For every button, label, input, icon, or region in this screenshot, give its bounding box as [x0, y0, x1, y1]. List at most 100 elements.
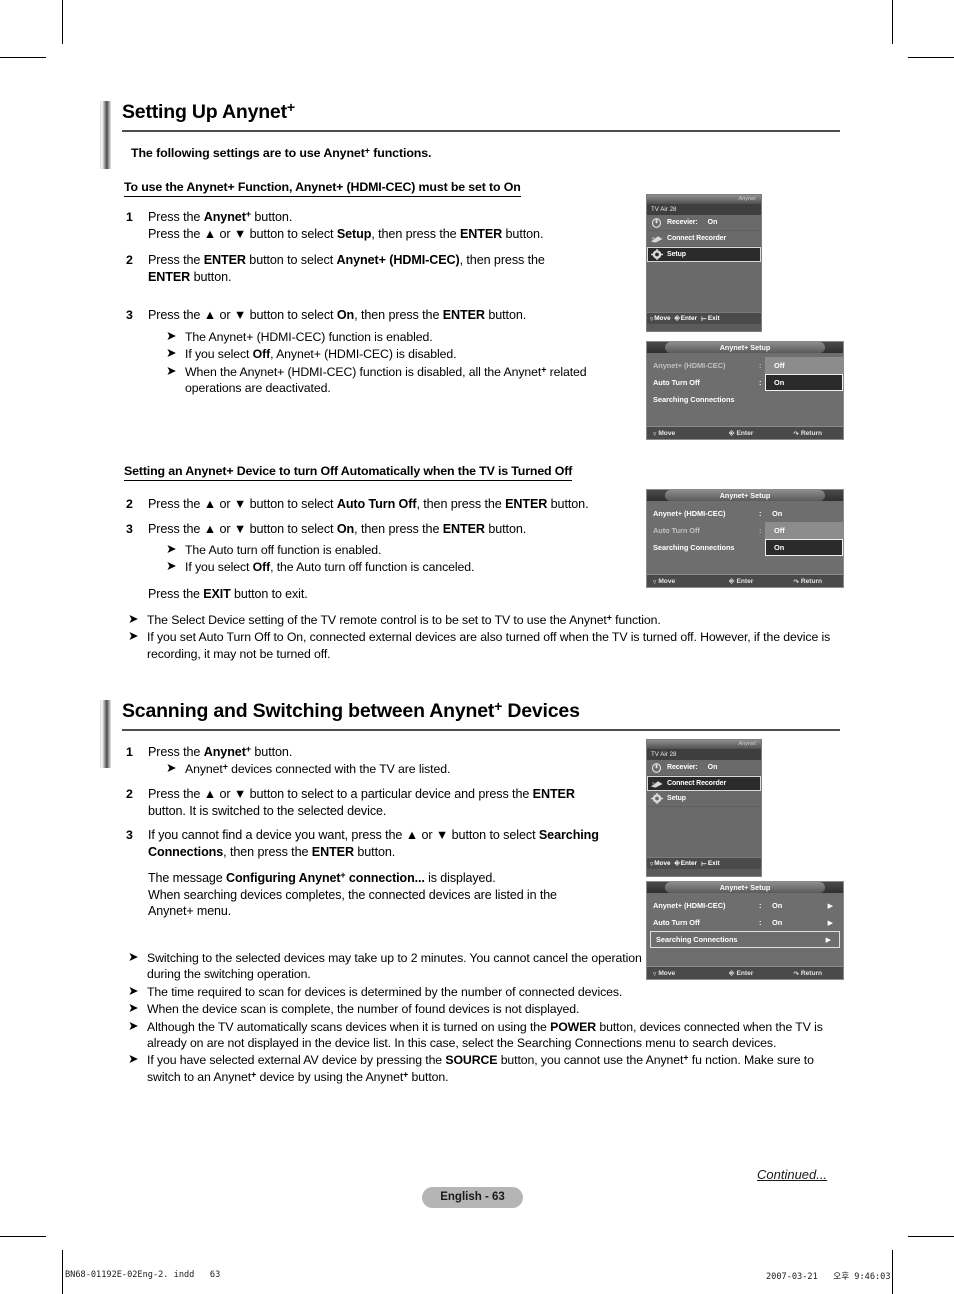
arrow-bullet-icon: ➤ [128, 1017, 139, 1033]
bullet-item: ➤ Anynet+ devices connected with the TV a… [166, 760, 451, 776]
step-line: Press the Anynet+ button. [148, 209, 293, 224]
step-text: Press the Anynet+ button. [148, 744, 626, 761]
osd-row-label: Setup [667, 795, 686, 802]
dropdown-option-on[interactable]: On [765, 539, 843, 556]
osd-setup-menu-2[interactable]: Anynet+ Setup Anynet+ (HDMI-CEC) : On Au… [646, 489, 844, 588]
step-number: 2 [126, 253, 133, 267]
updown-icon: ▿ [653, 429, 657, 438]
osd-row-colon: : [759, 918, 762, 927]
osd-dropdown-auto-turn-off[interactable]: Off On [765, 522, 843, 556]
osd-row-colon: : [759, 361, 762, 370]
osd-setup-menu-1[interactable]: Anynet+ Setup Anynet+ (HDMI-CEC) : Auto … [646, 341, 844, 440]
bullet-item: ➤ When the Anynet+ (HDMI-CEC) function is… [166, 362, 587, 396]
step-number: 3 [126, 308, 133, 322]
chevron-right-icon: ▶ [827, 918, 833, 927]
step-line: If you cannot find a device you want, pr… [148, 828, 599, 842]
osd-row-setup[interactable]: Setup [647, 247, 761, 262]
osd-row-colon: : [759, 526, 762, 535]
updown-icon: ▿ [650, 859, 654, 868]
updown-icon: ▿ [653, 969, 657, 978]
osd-channel-label: TV Air 28 [647, 204, 761, 215]
continued-label: Continued... [757, 1167, 828, 1182]
osd-body: Anynet+ (HDMI-CEC) : Auto Turn Off : Sea… [647, 353, 843, 426]
arrow-bullet-icon: ➤ [128, 1051, 139, 1067]
exit-icon: ⊢ [701, 314, 707, 323]
message-line: Anynet+ menu. [148, 904, 232, 918]
dropdown-option-off[interactable]: Off [765, 357, 843, 374]
section1b-notes: ➤ The Select Device setting of the TV rem… [128, 611, 858, 663]
bullet-item: ➤ The Anynet+ (HDMI-CEC) function is enab… [166, 328, 433, 344]
crop-mark-bottom-right-v [892, 1250, 893, 1294]
bullet-item: ➤ The Auto turn off function is enabled. [166, 541, 382, 557]
chevron-right-icon: ▶ [825, 935, 831, 944]
osd-row-searching-connections[interactable]: Searching Connections [647, 391, 843, 408]
step-line: Press the ▲ or ▼ button to select to a p… [148, 787, 575, 801]
osd-footer-move: ▿ Move [653, 429, 676, 438]
osd-titlebar: Anynet+ Setup [647, 490, 843, 501]
subsection-heading-hdmi-cec: To use the Anynet+ Function, Anynet+ (HD… [124, 180, 521, 197]
step-line: ENTER button. [148, 269, 232, 284]
osd-footer-enter: ⎆ Enter [674, 859, 698, 867]
step-3: 3 Press the ▲ or ▼ button to select On, … [126, 307, 626, 324]
osd-row-receiver[interactable]: Recevier: On [647, 215, 761, 231]
step-line: Press the ▲ or ▼ button to select Setup,… [148, 226, 544, 241]
osd-row-setup[interactable]: Setup [647, 791, 761, 807]
arrow-bullet-icon: ➤ [166, 345, 177, 361]
osd-device-menu-1[interactable]: Anynet TV Air 28 Recevier: On Connect Re… [646, 194, 762, 332]
enter-icon: ⎆ [674, 859, 680, 867]
osd-row-hdmi-cec[interactable]: Anynet+ (HDMI-CEC) : On ▶ [647, 897, 843, 914]
step-1: 1 Press the Anynet+ button. Press the ▲ … [126, 209, 626, 242]
osd-row-hdmi-cec[interactable]: Anynet+ (HDMI-CEC) : On [647, 505, 843, 522]
chevron-right-icon: ▶ [827, 901, 833, 910]
osd-row-connect-recorder[interactable]: Connect Recorder [647, 231, 761, 247]
return-icon: ↷ [793, 969, 799, 978]
osd-footer-move: ▿ Move [653, 577, 676, 586]
osd-titlebar: Anynet+ Setup [647, 882, 843, 893]
osd-row-receiver[interactable]: Recevier: On [647, 760, 761, 776]
osd-row-label: Searching Connections [653, 395, 735, 404]
scan-step-3: 3 If you cannot find a device you want, … [126, 827, 638, 860]
osd-empty-area [647, 262, 761, 312]
page-number-badge: English - 63 [422, 1187, 523, 1208]
scan-step-1: 1 Press the Anynet+ button. [126, 744, 626, 761]
bullet-item: ➤ When the device scan is complete, the n… [128, 1000, 580, 1017]
return-icon: ↷ [793, 577, 799, 586]
osd-footer-return: ↷ Return [793, 429, 823, 438]
osd-row-auto-turn-off[interactable]: Auto Turn Off : On ▶ [647, 914, 843, 931]
osd-row-value: On [707, 219, 718, 226]
osd-row-label: Setup [667, 251, 686, 258]
step-auto-2: 2 Press the ▲ or ▼ button to select Auto… [126, 496, 636, 513]
dropdown-option-on[interactable]: On [765, 374, 843, 391]
osd-row-label: Searching Connections [653, 543, 735, 552]
bullet-item: ➤ Switching to the selected devices may t… [128, 949, 642, 982]
return-icon: ↷ [793, 429, 799, 438]
step-line: Press the ▲ or ▼ button to select Auto T… [148, 497, 589, 511]
step-text: Press the ▲ or ▼ button to select On, th… [148, 521, 636, 538]
osd-device-menu-2[interactable]: Anynet TV Air 28 Recevier: On Connect Re… [646, 739, 762, 877]
step-line: Press the ▲ or ▼ button to select On, th… [148, 308, 527, 322]
osd-row-connect-recorder[interactable]: Connect Recorder [647, 776, 761, 791]
osd-footer-move: ▿ Move [650, 314, 671, 323]
exit-instruction: Press the EXIT button to exit. [148, 587, 308, 601]
section-scanning-switching: Scanning and Switching between Anynet+ D… [100, 698, 840, 768]
updown-icon: ▿ [650, 314, 654, 323]
receiver-icon [649, 762, 664, 773]
osd-footer: ▿ Move ⎆ Enter ⊢ Exit [647, 857, 761, 869]
osd-row-label: Anynet+ (HDMI-CEC) [653, 901, 726, 910]
plus-superscript: + [494, 698, 503, 715]
osd-setup-menu-3[interactable]: Anynet+ Setup Anynet+ (HDMI-CEC) : On ▶ … [646, 881, 844, 980]
step-3-bullets: ➤ The Anynet+ (HDMI-CEC) function is enab… [166, 328, 636, 398]
step-number: 3 [126, 828, 133, 842]
step-auto-3: 3 Press the ▲ or ▼ button to select On, … [126, 521, 636, 538]
osd-dropdown-hdmi-cec[interactable]: Off On [765, 357, 843, 391]
dropdown-option-off[interactable]: Off [765, 522, 843, 539]
arrow-bullet-icon: ➤ [128, 611, 139, 626]
osd-row-label: Connect Recorder [667, 235, 727, 242]
osd-title: Anynet+ Setup [665, 490, 825, 501]
osd-row-label: Auto Turn Off [653, 918, 700, 927]
osd-titlebar: Anynet+ Setup [647, 342, 843, 353]
osd-row-searching-connections[interactable]: Searching Connections ▶ [650, 931, 840, 948]
anynet-brand-icon: Anynet [738, 741, 756, 747]
step-text: Press the ▲ or ▼ button to select to a p… [148, 786, 636, 819]
anynet-brand-icon: Anynet [738, 196, 756, 202]
